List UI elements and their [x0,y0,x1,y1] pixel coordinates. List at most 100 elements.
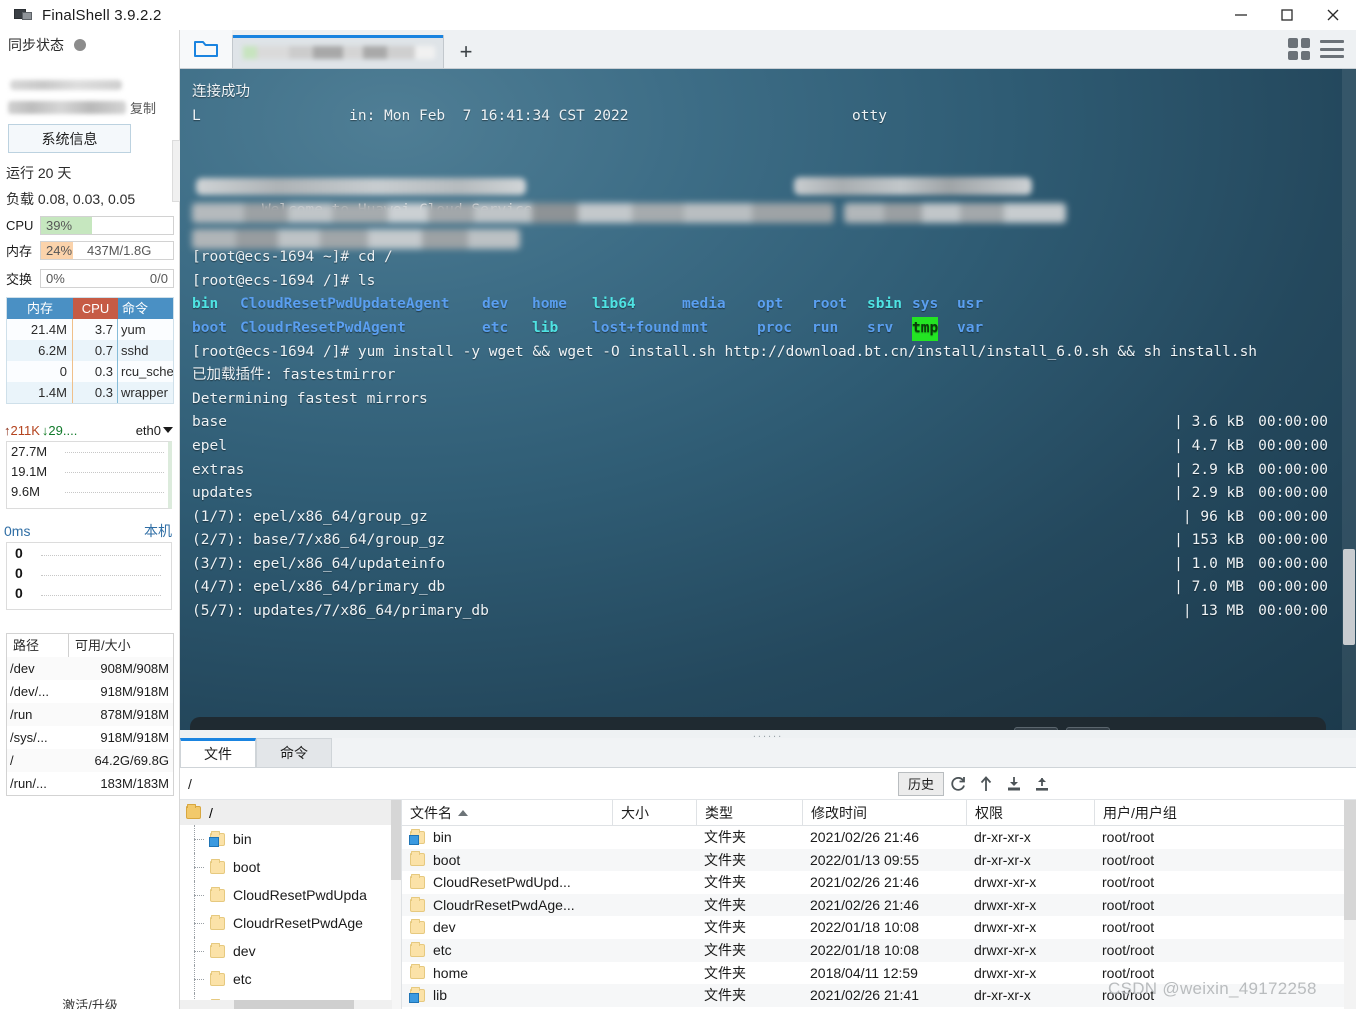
process-row[interactable]: 1.4M 0.3 wrapper [7,382,173,403]
system-info-button[interactable]: 系统信息 [8,124,131,153]
open-folder-icon[interactable] [180,30,232,68]
file-col-type[interactable]: 类型 [696,800,802,825]
file-col-user[interactable]: 用户/用户组 [1094,800,1254,825]
parent-dir-icon[interactable] [972,772,1000,796]
tree-item[interactable]: CloudrResetPwdAge [180,909,401,937]
disk-table-body: /dev 908M/908M/dev/... 918M/918M/run 878M/9… [7,657,173,795]
disk-row[interactable]: /run 878M/918M [7,703,173,726]
maximize-icon[interactable] [1264,0,1310,30]
meter-CPU: CPU 39% [6,215,174,235]
meter-交换: 交换 0% 0/0 [6,268,174,288]
file-list-header: 文件名 大小 类型 修改时间 权限 用户/用户组 [402,800,1356,826]
tree-root-item[interactable]: / [180,800,401,825]
repo-size: | 153 kB [1174,532,1244,549]
network-upload-value: 211K [10,422,40,438]
panel-resize-grip[interactable]: ...... [180,729,1356,740]
process-mem: 6.2M [7,340,73,361]
tree-item[interactable]: boot [180,853,401,881]
file-row[interactable]: dev 文件夹 2022/01/18 10:08 drwxr-xr-x root/roo… [402,916,1356,939]
file-row[interactable]: CloudrResetPwdAge... 文件夹 2021/02/26 21:46 d… [402,893,1356,917]
process-mem: 21.4M [7,319,73,340]
file-list-scroll-thumb[interactable] [1344,800,1356,920]
ls-entry: proc [757,319,792,336]
tab-files[interactable]: 文件 [180,738,256,767]
tree-hscroll-thumb[interactable] [234,1000,354,1009]
hamburger-menu-icon[interactable] [1320,40,1344,58]
disk-col-path[interactable]: 路径 [7,634,69,657]
tree-item[interactable]: etc [180,965,401,993]
file-list-scrollbar[interactable] [1344,800,1356,1009]
folder-icon [410,851,425,867]
disk-path: / [10,753,14,768]
file-perm-cell: drwxr-xr-x [974,941,1037,958]
tab-commands[interactable]: 命令 [256,738,332,767]
file-name-label: CloudrResetPwdAge... [433,896,575,913]
terminal-scrollbar-thumb[interactable] [1343,549,1355,645]
repo-time: 00:00:00 [1258,508,1328,525]
disk-col-size[interactable]: 可用/大小 [69,634,173,657]
file-col-perm[interactable]: 权限 [966,800,1094,825]
upload-icon[interactable] [1028,772,1056,796]
network-interface-select[interactable]: eth0 [136,423,161,438]
file-list: 文件名 大小 类型 修改时间 权限 用户/用户组 bin 文件夹 2021/02/2… [402,800,1356,1009]
process-row[interactable]: 6.2M 0.7 sshd [7,340,173,361]
network-graph-label: 19.1M [11,464,48,479]
tree-horizontal-scrollbar[interactable] [180,1000,392,1009]
file-col-name-label: 文件名 [410,804,452,821]
tree-item[interactable]: bin [180,825,401,853]
disk-row[interactable]: /dev 908M/908M [7,657,173,680]
ls-entry: opt [757,296,784,313]
tree-item[interactable]: dev [180,937,401,965]
tree-scroll-thumb[interactable] [391,800,401,880]
file-col-name[interactable]: 文件名 [402,800,612,825]
disk-row[interactable]: /dev/... 918M/918M [7,680,173,703]
session-tab[interactable] [232,35,444,68]
new-tab-button[interactable]: + [444,35,488,68]
ping-stats-row: 0ms 本机 [4,520,176,542]
tree-item[interactable]: CloudResetPwdUpda [180,881,401,909]
file-perm-cell: drwxr-xr-x [974,964,1037,981]
disk-row[interactable]: / 64.2G/69.8G [7,749,173,772]
grid-view-icon[interactable] [1288,38,1310,60]
ping-graph-label: 0 [15,565,23,581]
disk-row[interactable]: /run/... 183M/183M [7,772,173,795]
disk-path: /run [10,707,33,722]
watermark: CSDN @weixin_49172258 [1108,979,1317,998]
terminal-output[interactable]: 连接成功 L in: Mon Feb 7 16:41:34 CST 2022 ott… [180,69,1356,730]
file-row[interactable]: boot 文件夹 2022/01/13 09:55 dr-xr-xr-x root/ro… [402,848,1356,872]
activate-upgrade-link[interactable]: 激活/升级 [0,995,180,1009]
repo-time: 00:00:00 [1258,603,1328,620]
download-icon[interactable] [1000,772,1028,796]
file-perm-cell: dr-xr-xr-x [974,829,1031,845]
terminal-repo-line: (2/7): base/7/x86_64/group_gz | 153 kB 00:… [192,529,1328,553]
minimize-icon[interactable] [1218,0,1264,30]
refresh-icon[interactable] [944,772,972,796]
disk-row[interactable]: /sys/... 918M/918M [7,726,173,749]
file-col-size[interactable]: 大小 [612,800,696,825]
folder-icon [210,914,225,930]
file-row[interactable]: bin 文件夹 2021/02/26 21:46 dr-xr-xr-x root/roo… [402,826,1356,849]
process-col-cmd[interactable]: 命令 [118,298,173,319]
process-mem: 0 [7,361,73,382]
path-input[interactable]: / [188,776,898,792]
tree-item-label: boot [233,859,261,875]
process-col-mem[interactable]: 内存 [7,298,73,319]
terminal-scrollbar[interactable] [1342,69,1356,730]
tree-vertical-scrollbar[interactable] [391,800,401,1009]
file-name-cell: boot [402,849,612,872]
process-row[interactable]: 0 0.3 rcu_sche [7,361,173,382]
disk-size: 918M/918M [100,730,169,745]
file-row[interactable]: etc 文件夹 2022/01/18 10:08 drwxr-xr-x root/roo… [402,938,1356,962]
chevron-down-icon[interactable] [163,427,173,433]
file-row[interactable]: CloudResetPwdUpd... 文件夹 2021/02/26 21:46 dr… [402,871,1356,894]
repo-time: 00:00:00 [1258,555,1328,572]
process-row[interactable]: 21.4M 3.7 yum [7,319,173,340]
file-name-label: dev [433,919,456,936]
path-history-button[interactable]: 历史 [898,771,944,796]
copy-button[interactable]: 复制 [130,98,156,117]
file-col-time[interactable]: 修改时间 [802,800,966,825]
close-icon[interactable] [1310,0,1356,30]
process-col-cpu[interactable]: CPU [73,298,118,319]
ls-entry: lib64 [592,296,636,313]
